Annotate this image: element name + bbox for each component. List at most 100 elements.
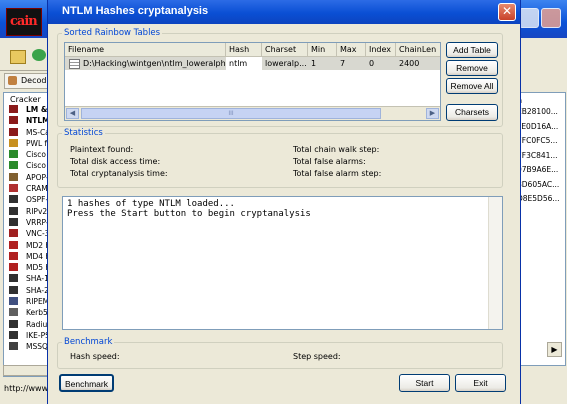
col-charset[interactable]: Charset [262,43,308,56]
hash-speed-label: Hash speed: [70,352,120,361]
scroll-right-arrow-icon[interactable]: ▶ [426,108,439,119]
tree-item[interactable]: IKE-PS [4,330,50,341]
tree-item[interactable]: VNC-3 [4,228,50,239]
hash-value[interactable]: 7F3C841... [513,149,565,164]
hash-value[interactable]: D8E5D56... [513,192,565,207]
charsets-button[interactable]: Charsets [446,104,498,121]
hash-value[interactable]: 7FC0FC5... [513,134,565,149]
rainbow-table-hscrollbar[interactable]: ◀ III ▶ [65,106,440,120]
tab-label: Decod [21,76,47,85]
col-min[interactable]: Min [308,43,337,56]
rainbow-table-header: Filename Hash Charset Min Max Index Chai… [65,43,440,57]
tree-horizontal-scrollbar[interactable] [3,365,49,376]
cracker-type-icon [9,172,18,181]
cracker-type-icon [9,308,18,317]
col-max[interactable]: Max [337,43,366,56]
tree-item[interactable]: MD5 H [4,262,50,273]
cracker-type-icon [9,127,18,136]
col-filename[interactable]: Filename [65,43,226,56]
tab-decoders[interactable]: Decod [4,73,54,89]
tree-item[interactable]: Kerb5 [4,307,50,318]
close-button[interactable] [541,8,561,28]
table-row[interactable]: D:\Hacking\wintgen\ntlm_loweralpha#... n… [65,57,440,70]
cryptanalysis-time-label: Total cryptanalysis time: [70,169,168,178]
tree-item-label: RIPEM [26,297,50,307]
tree-item-label: MSSQ [26,342,48,352]
tree-item[interactable]: MSSQ [4,341,50,352]
row-min: 1 [308,57,337,70]
benchmark-button[interactable]: Benchmark [59,374,114,392]
benchmark-label: Benchmark [64,337,113,347]
tree-item[interactable]: CRAM [4,183,50,194]
status-bar: http://www. [0,379,50,404]
cracker-type-icon [9,105,18,113]
cryptanalysis-log[interactable]: 1 hashes of type NTLM loaded... Press th… [62,196,503,330]
tree-item[interactable]: Cisco [4,160,50,171]
tree-item[interactable]: Cisco [4,149,50,160]
cracker-type-icon [9,206,18,215]
exit-button[interactable]: Exit [455,374,506,392]
step-speed-label: Step speed: [293,352,341,361]
cracker-type-icon [9,251,18,260]
tree-item[interactable]: PWL f [4,138,50,149]
tree-item[interactable]: OSPF- [4,194,50,205]
rainbow-table-list[interactable]: Filename Hash Charset Min Max Index Chai… [64,42,441,121]
scroll-thumb[interactable]: III [81,108,381,119]
tree-item-label: SHA-1 [26,274,49,284]
tree-item[interactable]: MD4 H [4,251,50,262]
tree-item[interactable]: SHA-1 [4,273,50,284]
false-alarms-label: Total false alarms: [293,157,366,166]
tree-items: LM & NTLM MS-Ca PWL f Cisco Cisco APOP- CRAM OSP… [4,104,50,353]
col-chainlen[interactable]: ChainLen [396,43,440,56]
status-text: http://www. [4,384,50,393]
remove-button[interactable]: Remove [446,60,498,76]
row-filename-text: D:\Hacking\wintgen\ntlm_loweralpha#... [83,59,226,68]
false-alarm-step-label: Total false alarm step: [293,169,382,178]
hash-value[interactable]: 07B9A6E... [513,163,565,178]
tree-item[interactable]: LM & [4,104,50,115]
row-hash: ntlm [229,59,248,68]
tree-item-label: PWL f [26,138,48,148]
tree-item[interactable]: RIPEM [4,296,50,307]
dialog-title-bar: NTLM Hashes cryptanalysis ✕ [48,0,520,24]
log-text: 1 hashes of type NTLM loaded... Press th… [67,199,311,219]
tree-item[interactable]: MS-Ca [4,127,50,138]
add-table-button[interactable]: Add Table [446,42,498,58]
statistics-label: Statistics [64,128,103,138]
tree-header: Cracker [10,95,41,104]
start-button[interactable]: Start [399,374,450,392]
tree-item[interactable]: VRRP- [4,217,50,228]
hash-value[interactable]: 8D605AC... [513,178,565,193]
tree-item-label: RIPv2 [26,206,48,216]
col-index[interactable]: Index [366,43,396,56]
maximize-button[interactable] [519,8,539,28]
remove-all-button[interactable]: Remove All [446,78,498,94]
open-folder-icon[interactable] [10,50,26,64]
tree-item[interactable]: APOP- [4,172,50,183]
tree-item[interactable]: Radiu [4,319,50,330]
tree-item[interactable]: NTLM [4,115,50,126]
tree-item[interactable]: RIPv2 [4,206,50,217]
cracker-type-icon [9,161,18,170]
tree-item[interactable]: MD2 H [4,240,50,251]
col-hash[interactable]: Hash [226,43,262,56]
tree-item-label: CRAM [26,184,48,194]
tree-item-label: Cisco [26,150,46,160]
tree-item-label: Cisco [26,161,46,171]
cracker-type-icon [9,195,18,204]
log-vertical-scrollbar[interactable] [488,197,502,329]
hash-value[interactable]: EB28100... [513,105,565,120]
tree-item-label: Kerb5 [26,308,48,318]
cracker-type-icon [9,116,18,125]
scroll-right-arrow-icon[interactable]: ▶ [547,342,562,357]
cracker-type-icon [9,240,18,249]
scroll-left-arrow-icon[interactable]: ◀ [66,108,79,119]
cracker-tree[interactable]: Cracker LM & NTLM MS-Ca PWL f Cisco Cisco APOP… [3,92,51,377]
hash-value[interactable]: FE0D16A... [513,120,565,135]
tree-item-label: MS-Ca [26,127,50,137]
tree-item[interactable]: SHA-2 [4,285,50,296]
hash-list-panel[interactable]: h EB28100...FE0D16A...7FC0FC5...7F3C841.… [512,92,566,366]
network-icon[interactable] [32,49,46,61]
plaintext-found-label: Plaintext found: [70,145,134,154]
dialog-close-button[interactable]: ✕ [498,3,516,21]
